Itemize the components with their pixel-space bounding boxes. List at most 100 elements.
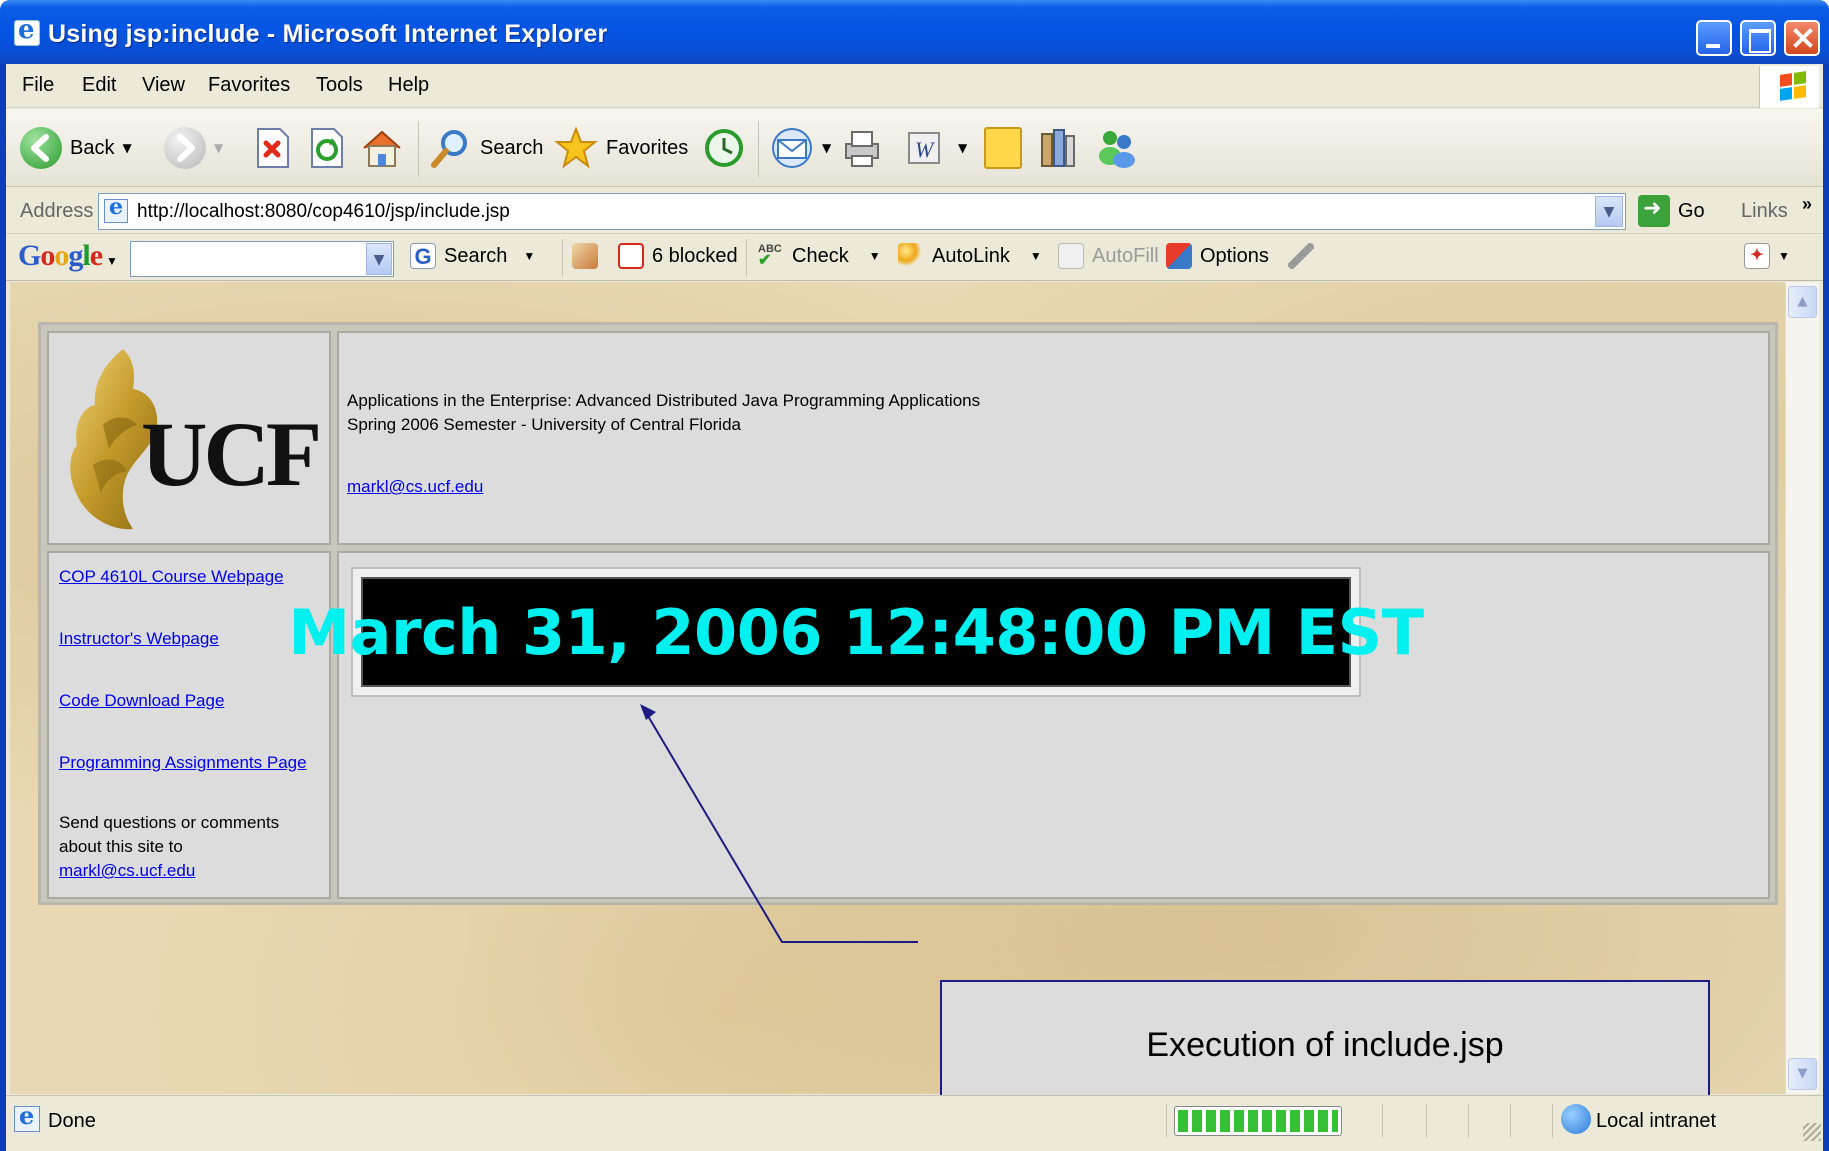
home-icon <box>363 130 401 167</box>
nav-link-assignments[interactable]: Programming Assignments Page <box>59 753 307 773</box>
forward-arrow-icon <box>164 127 206 169</box>
menu-tools[interactable]: Tools <box>316 74 363 97</box>
scroll-down-icon[interactable]: ▼ <box>1788 1058 1817 1090</box>
check-label: Check <box>792 244 849 267</box>
header-email-link[interactable]: markl@cs.ucf.edu <box>347 477 483 497</box>
back-button[interactable]: Back ▼ <box>20 125 132 171</box>
layout-table: UCF Applications in the Enterprise: Adva… <box>38 322 1778 905</box>
pdf-dropdown-icon[interactable]: ▼ <box>1778 249 1790 263</box>
page-content: UCF Applications in the Enterprise: Adva… <box>10 282 1785 1110</box>
favorites-button[interactable]: Favorites <box>554 125 688 171</box>
search-label: Search <box>480 136 544 159</box>
menu-bar: File Edit View Favorites Tools Help <box>6 64 1823 108</box>
refresh-button[interactable] <box>308 125 344 171</box>
nav-note-line2: about this site to <box>59 837 183 856</box>
address-input[interactable]: http://localhost:8080/cop4610/jsp/includ… <box>98 193 1626 230</box>
print-button[interactable] <box>840 125 884 171</box>
pdf-icon: ✦ <box>1744 243 1770 269</box>
google-search-input[interactable] <box>130 241 394 277</box>
menu-edit[interactable]: Edit <box>82 74 116 97</box>
mail-button[interactable]: ▼ <box>770 125 831 171</box>
chevron-right-icon[interactable]: » <box>1802 194 1812 215</box>
spellcheck-button[interactable]: ABC ✔ Check ▼ <box>758 243 881 269</box>
popup-blocker-button[interactable]: 6 blocked <box>618 243 738 269</box>
autolink-button[interactable]: AutoLink ▼ <box>898 243 1042 269</box>
page-status-icon <box>14 1101 40 1132</box>
back-arrow-icon <box>20 127 62 169</box>
nav-link-instructor[interactable]: Instructor's Webpage <box>59 629 219 649</box>
pdf-button[interactable]: ✦ ▼ <box>1744 243 1790 269</box>
research-icon <box>1041 129 1075 167</box>
history-icon <box>705 129 743 167</box>
search-button[interactable]: Search <box>430 125 543 171</box>
clock-display: March 31, 2006 12:48:00 PM EST <box>288 577 1424 687</box>
standard-toolbar: Back ▼ ▼ Search Favorites ▼ W ▼ <box>6 109 1823 187</box>
google-logo[interactable]: Google ▼ <box>18 239 118 273</box>
autofill-button[interactable]: AutoFill <box>1058 243 1159 269</box>
menu-favorites[interactable]: Favorites <box>208 74 290 97</box>
back-dropdown-icon[interactable]: ▼ <box>122 141 131 155</box>
highlight-button[interactable] <box>1288 243 1314 269</box>
autolink-label: AutoLink <box>932 244 1010 267</box>
nav-note-line1: Send questions or comments <box>59 813 280 832</box>
close-button[interactable] <box>1784 20 1820 56</box>
stop-button[interactable] <box>254 125 290 171</box>
discuss-button[interactable] <box>984 125 1022 171</box>
menu-view[interactable]: View <box>142 74 185 97</box>
nav-email-link[interactable]: markl@cs.ucf.edu <box>59 859 195 883</box>
favorites-label: Favorites <box>606 136 689 159</box>
go-button[interactable]: Go <box>1638 195 1705 227</box>
messenger-button[interactable] <box>1094 125 1138 171</box>
options-button[interactable]: Options <box>1166 243 1269 269</box>
callout-box: Execution of include.jsp <box>940 980 1710 1110</box>
pagerank-button[interactable] <box>572 243 598 269</box>
scroll-up-icon[interactable]: ▲ <box>1788 286 1817 318</box>
address-url[interactable]: http://localhost:8080/cop4610/jsp/includ… <box>137 201 510 223</box>
home-button[interactable] <box>360 125 404 171</box>
mail-dropdown-icon[interactable]: ▼ <box>822 141 831 155</box>
resize-grip[interactable] <box>1803 1123 1821 1141</box>
status-text: Done <box>48 1110 96 1132</box>
google-search-dropdown-icon[interactable]: ▼ <box>366 243 392 275</box>
menu-file[interactable]: File <box>22 74 54 97</box>
autolink-dropdown-icon[interactable]: ▼ <box>1030 249 1042 263</box>
edit-dropdown-icon[interactable]: ▼ <box>958 141 967 155</box>
stop-icon <box>257 128 289 168</box>
title-bar[interactable]: Using jsp:include - Microsoft Internet E… <box>0 0 1829 64</box>
edit-word-button[interactable]: W ▼ <box>906 125 967 171</box>
forward-dropdown-icon[interactable]: ▼ <box>214 141 223 155</box>
google-search-button[interactable]: G Search ▼ <box>410 243 535 269</box>
note-icon <box>984 127 1022 169</box>
back-label: Back <box>70 136 115 159</box>
refresh-icon <box>311 128 343 168</box>
header-cell: Applications in the Enterprise: Advanced… <box>337 331 1770 545</box>
printer-icon <box>845 131 879 167</box>
ie-icon <box>14 15 40 46</box>
maximize-button[interactable] <box>1740 20 1776 56</box>
status-bar: Done Local intranet <box>6 1095 1823 1145</box>
nav-link-code-download[interactable]: Code Download Page <box>59 691 224 711</box>
links-button[interactable]: Links <box>1741 200 1788 223</box>
mail-icon <box>772 128 812 168</box>
zone-text: Local intranet <box>1596 1110 1717 1132</box>
autofill-icon <box>1058 243 1084 269</box>
star-icon <box>554 126 598 169</box>
forward-button[interactable]: ▼ <box>164 125 223 171</box>
minimize-button[interactable] <box>1696 20 1732 56</box>
nav-link-course-webpage[interactable]: COP 4610L Course Webpage <box>59 567 284 587</box>
research-button[interactable] <box>1036 125 1080 171</box>
google-search-menu-icon[interactable]: ▼ <box>523 249 535 263</box>
messenger-icon <box>1099 131 1135 168</box>
go-arrow-icon <box>1638 195 1670 227</box>
vertical-scrollbar[interactable]: ▲ ▼ <box>1785 282 1819 1094</box>
address-dropdown-icon[interactable]: ▼ <box>1595 196 1623 227</box>
history-button[interactable] <box>702 125 746 171</box>
popup-blocked-icon <box>618 243 644 269</box>
options-label: Options <box>1200 244 1269 267</box>
menu-help[interactable]: Help <box>388 74 429 97</box>
google-search-label: Search <box>444 244 508 267</box>
address-bar: Address http://localhost:8080/cop4610/js… <box>6 188 1823 234</box>
autofill-label: AutoFill <box>1092 244 1159 267</box>
address-label: Address <box>20 200 94 222</box>
check-dropdown-icon[interactable]: ▼ <box>869 249 881 263</box>
